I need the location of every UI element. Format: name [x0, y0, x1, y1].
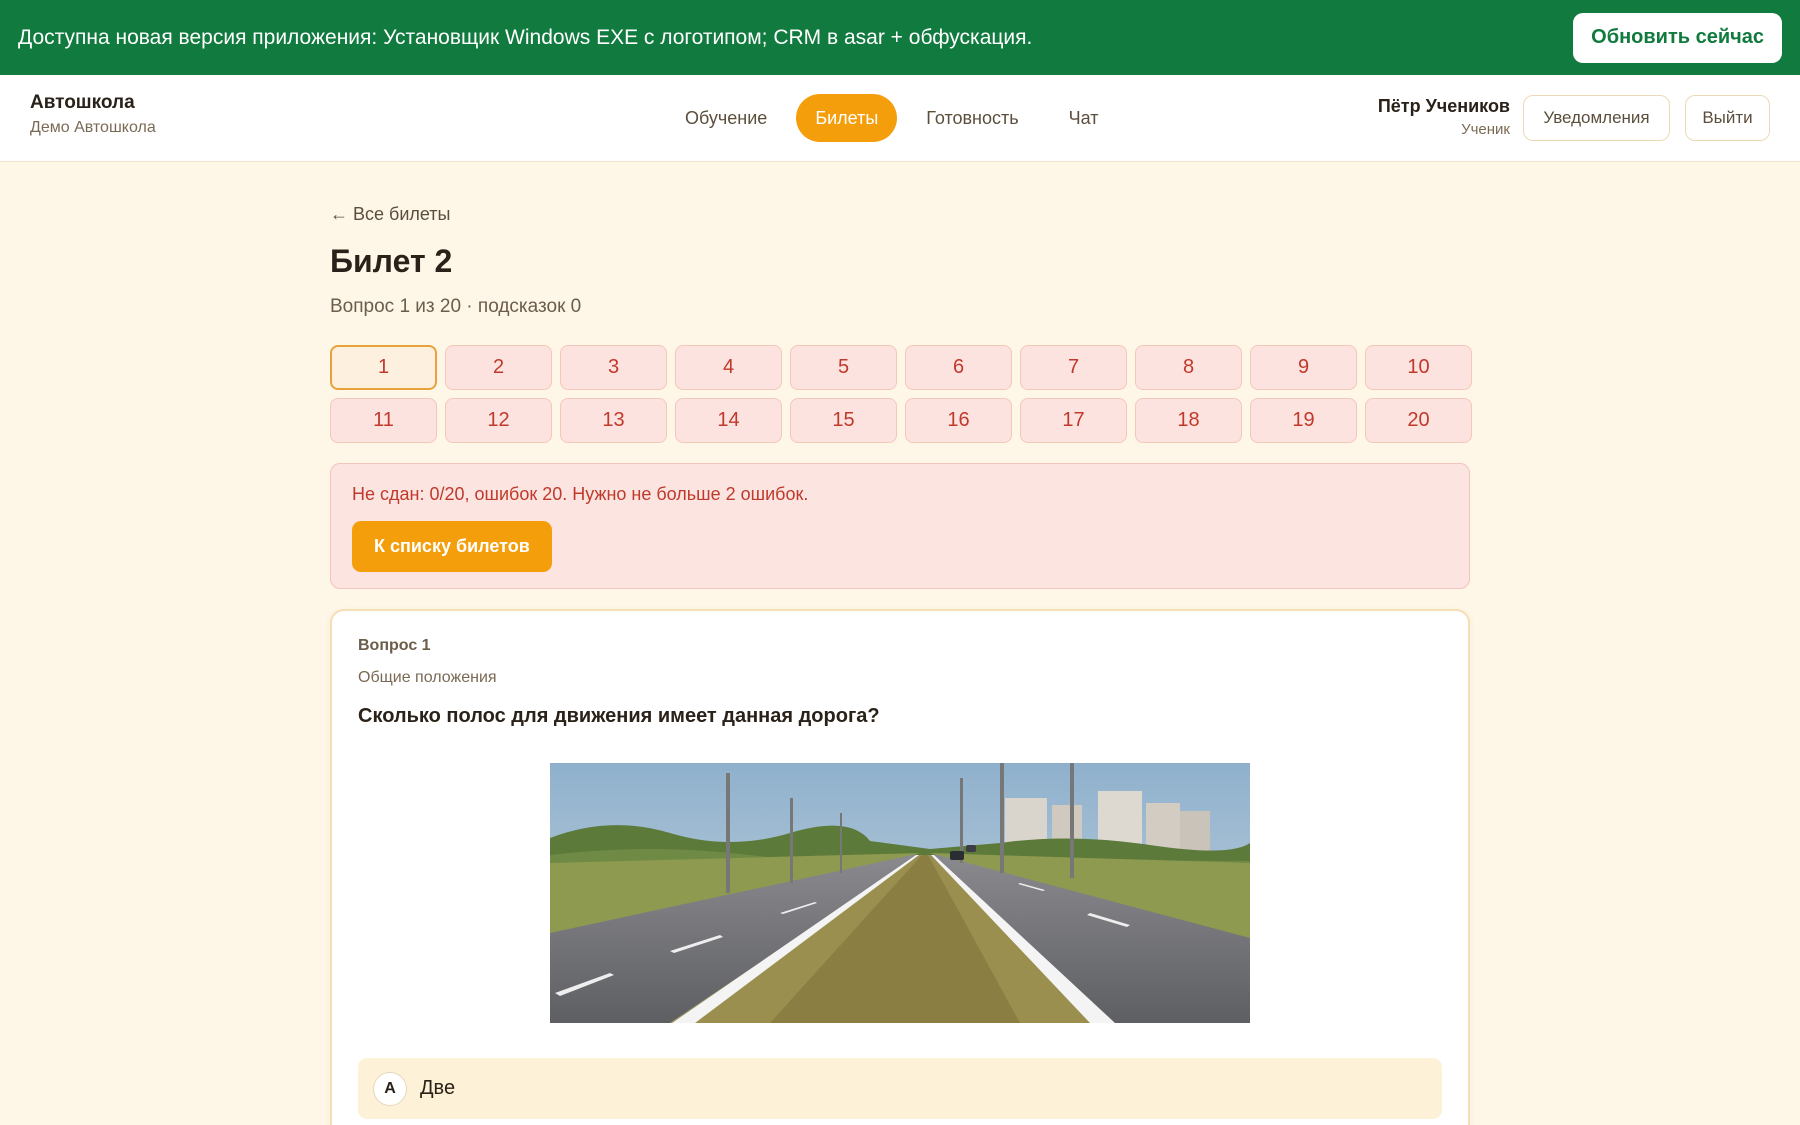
answer-option[interactable]: А Две: [358, 1058, 1442, 1119]
question-button[interactable]: 15: [790, 398, 897, 443]
logout-button[interactable]: Выйти: [1685, 95, 1770, 141]
question-road-image: [550, 763, 1250, 1023]
question-text: Сколько полос для движения имеет данная …: [358, 705, 880, 727]
nav-item-learning[interactable]: Обучение: [660, 94, 792, 142]
question-button[interactable]: 2: [445, 345, 552, 390]
question-button[interactable]: 8: [1135, 345, 1242, 390]
answer-text: Две: [420, 1077, 456, 1099]
back-to-tickets-link[interactable]: ← Все билеты: [330, 204, 450, 225]
main-nav: Обучение Билеты Готовность Чат: [660, 94, 1124, 142]
answer-letter: А: [373, 1071, 407, 1106]
brand-name: Автошкола: [30, 92, 135, 113]
question-button[interactable]: 4: [675, 345, 782, 390]
nav-item-readiness[interactable]: Готовность: [901, 94, 1043, 142]
question-button[interactable]: 10: [1365, 345, 1472, 390]
update-banner: Доступна новая версия приложения: Устано…: [0, 0, 1800, 75]
question-button[interactable]: 20: [1365, 398, 1472, 443]
back-to-ticket-list-button[interactable]: К списку билетов: [352, 521, 552, 572]
question-button[interactable]: 7: [1020, 345, 1127, 390]
page-title: Билет 2: [330, 243, 453, 279]
question-button[interactable]: 13: [560, 398, 667, 443]
app-header: Автошкола Демо Автошкола Обучение Билеты…: [0, 75, 1800, 162]
question-button[interactable]: 19: [1250, 398, 1357, 443]
update-now-button[interactable]: Обновить сейчас: [1573, 12, 1782, 63]
user-name: Пётр Учеников: [1377, 96, 1510, 116]
question-card: Вопрос 1 Общие положения Сколько полос д…: [330, 609, 1470, 1125]
nav-item-chat[interactable]: Чат: [1044, 94, 1124, 142]
question-button[interactable]: 6: [905, 345, 1012, 390]
question-button[interactable]: 5: [790, 345, 897, 390]
main-content: ← Все билеты Билет 2 Вопрос 1 из 20 · по…: [330, 162, 1472, 1125]
update-banner-text: Доступна новая версия приложения: Устано…: [18, 25, 1033, 49]
notifications-button[interactable]: Уведомления: [1523, 95, 1670, 141]
brand[interactable]: Автошкола Демо Автошкола: [30, 92, 156, 137]
question-button[interactable]: 18: [1135, 398, 1242, 443]
ticket-progress: Вопрос 1 из 20 · подсказок 0: [330, 296, 582, 317]
user-info: Пётр Учеников Ученик: [1378, 96, 1510, 138]
question-button[interactable]: 14: [675, 398, 782, 443]
result-alert: Не сдан: 0/20, ошибок 20. Нужно не больш…: [330, 463, 1470, 589]
user-role: Ученик: [1461, 121, 1510, 138]
result-message: Не сдан: 0/20, ошибок 20. Нужно не больш…: [352, 484, 809, 504]
question-section: Общие положения: [358, 669, 497, 686]
nav-item-tickets[interactable]: Билеты: [796, 94, 898, 142]
question-button[interactable]: 12: [445, 398, 552, 443]
question-button[interactable]: 17: [1020, 398, 1127, 443]
question-button[interactable]: 11: [330, 398, 437, 443]
question-button[interactable]: 16: [905, 398, 1012, 443]
question-button[interactable]: 9: [1250, 345, 1357, 390]
brand-subtitle: Демо Автошкола: [30, 119, 156, 136]
question-button[interactable]: 3: [560, 345, 667, 390]
question-button[interactable]: 1: [330, 345, 437, 390]
question-number: Вопрос 1: [358, 637, 431, 654]
question-grid: 1 2 3 4 5 6 7 8 9 10 11 12 13 14 15 16 1…: [330, 345, 1472, 443]
